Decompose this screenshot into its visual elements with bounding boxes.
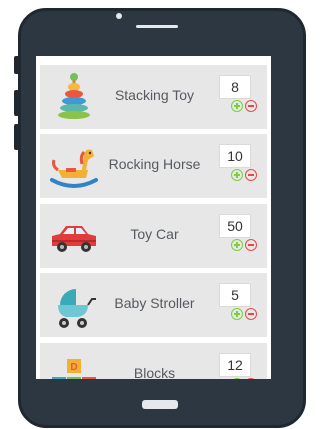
decrement-button[interactable] <box>245 378 257 379</box>
list-item: D Blocks 12 <box>40 343 267 379</box>
quantity-field[interactable]: 50 <box>219 214 251 238</box>
increment-button[interactable] <box>231 378 243 379</box>
decrement-button[interactable] <box>245 100 257 112</box>
item-name: Blocks <box>133 365 176 379</box>
earpiece-speaker <box>136 25 178 28</box>
decrement-button[interactable] <box>245 169 257 181</box>
item-name: Baby Stroller <box>114 295 195 311</box>
list-item: Toy Car 50 <box>40 204 267 268</box>
device-screen: Stacking Toy 8 Rocking Horse 10 Toy Car … <box>36 56 271 379</box>
list-item: Stacking Toy 8 <box>40 65 267 129</box>
quantity-field[interactable]: 10 <box>219 144 251 168</box>
blocks-icon: D <box>52 359 96 379</box>
item-name: Stacking Toy <box>114 87 195 103</box>
quantity-field[interactable]: 5 <box>219 283 251 307</box>
list-item: Baby Stroller 5 <box>40 273 267 337</box>
quantity-field[interactable]: 12 <box>219 353 251 377</box>
decrement-button[interactable] <box>245 308 257 320</box>
increment-button[interactable] <box>231 239 243 251</box>
increment-button[interactable] <box>231 169 243 181</box>
front-camera <box>116 13 122 19</box>
decrement-button[interactable] <box>245 239 257 251</box>
item-name: Toy Car <box>130 226 179 242</box>
rocking-horse-icon <box>50 149 98 188</box>
toy-car-icon <box>52 226 96 252</box>
list-item: Rocking Horse 10 <box>40 134 267 198</box>
home-button[interactable] <box>142 400 178 409</box>
quantity-field[interactable]: 8 <box>219 75 251 99</box>
item-name: Rocking Horse <box>108 156 201 172</box>
increment-button[interactable] <box>231 308 243 320</box>
stacking-toy-icon <box>58 73 90 119</box>
increment-button[interactable] <box>231 100 243 112</box>
block-letter: D <box>70 362 77 373</box>
baby-stroller-icon <box>58 289 96 328</box>
